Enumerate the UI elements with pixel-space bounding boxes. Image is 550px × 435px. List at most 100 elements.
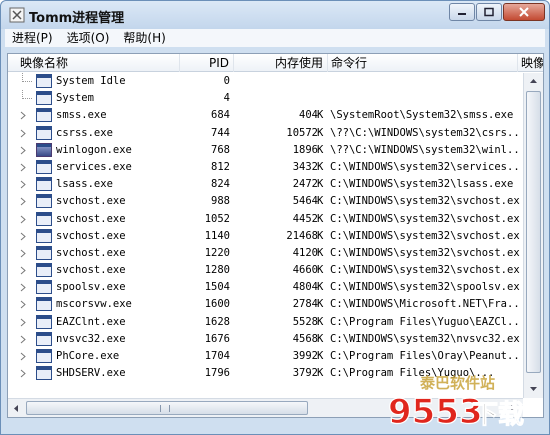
process-command-line: C:\WINDOWS\system32\spoolsv.exe [330, 281, 520, 294]
process-name: services.exe [56, 160, 132, 173]
column-header-image[interactable]: 映像 [518, 54, 543, 72]
process-memory: 5528 [292, 315, 318, 328]
column-header-name[interactable]: 映像名称 [8, 54, 180, 72]
window-title: Tomm进程管理 [29, 11, 125, 26]
tree-line [22, 90, 32, 100]
table-row[interactable]: csrss.exe 744 10572 K \??\C:\WINDOWS\system3… [8, 125, 523, 142]
table-row[interactable]: PhCore.exe 1704 3992 K C:\Program Files\Oray… [8, 348, 523, 365]
table-row[interactable]: System Idle 0 [8, 73, 523, 90]
process-command-line: C:\WINDOWS\Microsoft.NET\Fra... [330, 298, 520, 311]
expand-arrow-icon[interactable] [19, 266, 27, 275]
memory-unit: K [317, 126, 324, 139]
expand-arrow-icon[interactable] [19, 146, 27, 155]
table-row[interactable]: nvsvc32.exe 1676 4568 K C:\WINDOWS\system32\… [8, 331, 523, 348]
process-pid: 1280 [204, 264, 230, 277]
column-header-command-line[interactable]: 命令行 [328, 54, 518, 72]
expand-arrow-icon[interactable] [19, 352, 27, 361]
list-header: 映像名称 PID 内存使用 命令行 映像 [8, 54, 543, 72]
expand-arrow-icon[interactable] [19, 180, 27, 189]
process-name: winlogon.exe [56, 143, 132, 156]
table-row[interactable]: svchost.exe 1140 21468 K C:\WINDOWS\system32… [8, 228, 523, 245]
process-pid: 1600 [204, 298, 230, 311]
process-pid: 988 [211, 195, 230, 208]
expand-arrow-icon[interactable] [19, 249, 27, 258]
process-name: PhCore.exe [56, 350, 120, 362]
process-name: SHDSERV.exe [56, 367, 126, 380]
table-row[interactable]: svchost.exe 1220 4120 K C:\WINDOWS\system32\… [8, 245, 523, 262]
scroll-up-icon[interactable] [526, 74, 541, 89]
table-row[interactable]: lsass.exe 824 2472 K C:\WINDOWS\system32\lsa… [8, 176, 523, 193]
menu-process[interactable]: 进程(P) [5, 29, 60, 47]
process-pid: 1052 [204, 212, 230, 225]
watermark-suffix: 下载 [472, 400, 524, 430]
window-icon [36, 108, 52, 123]
table-row[interactable]: svchost.exe 1280 4660 K C:\WINDOWS\system32\… [8, 262, 523, 279]
process-name: lsass.exe [56, 178, 113, 191]
process-memory: 21468 [286, 229, 318, 242]
table-row[interactable]: services.exe 812 3432 K C:\WINDOWS\system32\… [8, 159, 523, 176]
memory-unit: K [317, 160, 324, 173]
expand-arrow-icon[interactable] [19, 283, 27, 292]
minimize-icon [458, 13, 466, 15]
winlogon-icon [36, 142, 52, 157]
vertical-scroll-thumb[interactable] [526, 91, 541, 373]
title-bar[interactable]: Tomm进程管理 [1, 1, 549, 29]
process-pid: 1704 [204, 350, 230, 362]
memory-unit: K [317, 178, 324, 191]
process-memory: 404 [299, 109, 318, 122]
window-icon [36, 74, 52, 88]
process-pid: 1796 [204, 367, 230, 380]
horizontal-scroll-thumb[interactable] [26, 401, 308, 415]
process-name: mscorsvw.exe [56, 298, 132, 311]
window-icon [36, 211, 52, 226]
memory-unit: K [317, 281, 324, 294]
process-memory: 3432 [292, 160, 318, 173]
table-row[interactable]: winlogon.exe 768 1896 K \??\C:\WINDOWS\syste… [8, 142, 523, 159]
process-pid: 1504 [204, 281, 230, 294]
expand-arrow-icon[interactable] [19, 197, 27, 206]
expand-arrow-icon[interactable] [19, 111, 27, 120]
watermark-site: 9553 [388, 392, 483, 432]
process-pid: 744 [211, 126, 230, 139]
expand-arrow-icon[interactable] [19, 369, 27, 378]
memory-unit: K [317, 109, 324, 122]
process-memory: 4452 [292, 212, 318, 225]
scroll-left-icon[interactable] [9, 401, 24, 416]
expand-arrow-icon[interactable] [19, 335, 27, 344]
expand-arrow-icon[interactable] [19, 232, 27, 241]
expand-arrow-icon[interactable] [19, 163, 27, 172]
maximize-button[interactable] [476, 3, 502, 21]
process-memory: 1896 [292, 143, 318, 156]
expand-arrow-icon[interactable] [19, 215, 27, 224]
table-row[interactable]: EAZClnt.exe 1628 5528 K C:\Program Files\Yug… [8, 314, 523, 331]
window-icon [36, 177, 52, 192]
process-name: svchost.exe [56, 195, 126, 208]
table-row[interactable]: svchost.exe 988 5464 K C:\WINDOWS\system32\s… [8, 193, 523, 210]
process-pid: 1140 [204, 229, 230, 242]
process-memory: 2472 [292, 178, 318, 191]
expand-arrow-icon[interactable] [19, 300, 27, 309]
vertical-scrollbar[interactable] [523, 73, 543, 398]
minimize-button[interactable] [449, 3, 475, 21]
expand-arrow-icon[interactable] [19, 129, 27, 138]
table-row[interactable]: System 4 [8, 90, 523, 107]
memory-unit: K [317, 315, 324, 328]
column-header-memory[interactable]: 内存使用 [234, 54, 328, 72]
process-memory: 4568 [292, 332, 318, 345]
column-header-pid[interactable]: PID [180, 54, 234, 72]
table-row[interactable]: mscorsvw.exe 1600 2784 K C:\WINDOWS\Microsof… [8, 296, 523, 313]
process-memory: 4804 [292, 281, 318, 294]
memory-unit: K [317, 212, 324, 225]
menu-help[interactable]: 帮助(H) [116, 29, 172, 47]
menu-options[interactable]: 选项(O) [60, 29, 117, 47]
memory-unit: K [317, 332, 324, 345]
table-row[interactable]: spoolsv.exe 1504 4804 K C:\WINDOWS\system32\… [8, 279, 523, 296]
table-row[interactable]: svchost.exe 1052 4452 K C:\WINDOWS\system32\… [8, 211, 523, 228]
expand-arrow-icon[interactable] [19, 318, 27, 327]
close-button[interactable] [503, 3, 545, 21]
watermark-logo: 泰巴软件站 9553 下载 [387, 374, 524, 432]
table-row[interactable]: smss.exe 684 404 K \SystemRoot\System32\smss… [8, 107, 523, 124]
process-pid: 1676 [204, 332, 230, 345]
memory-unit: K [317, 350, 324, 362]
window-icon [36, 331, 52, 346]
